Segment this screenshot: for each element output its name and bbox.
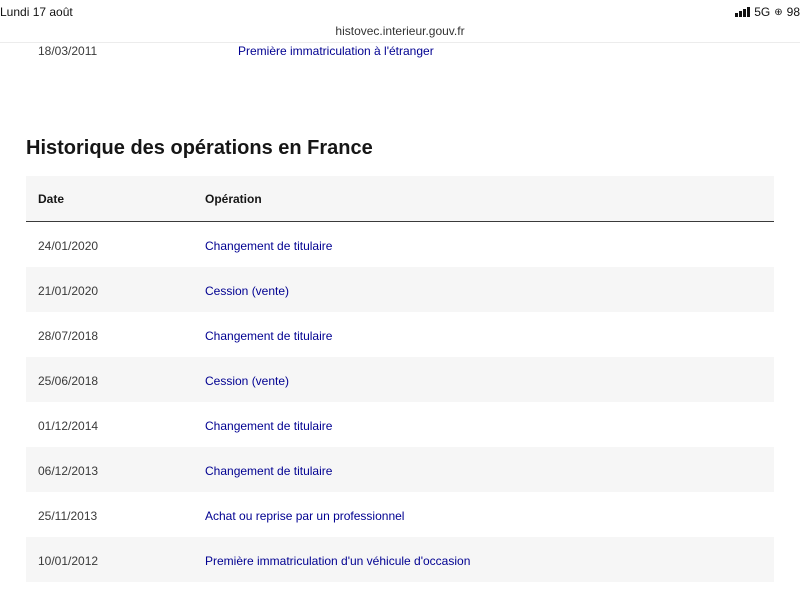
row-operation: Cession (vente) (205, 284, 290, 298)
row-operation: Première immatriculation d'un véhicule d… (205, 554, 471, 568)
table-row: 25/06/2018 Cession (vente) (26, 357, 774, 402)
address-bar[interactable]: histovec.interieur.gouv.fr (0, 22, 800, 43)
table-row: 21/01/2020 Cession (vente) (26, 267, 774, 312)
row-operation: Changement de titulaire (205, 419, 333, 433)
battery-level: 98 (786, 5, 800, 19)
row-date: 28/07/2018 (38, 329, 99, 343)
row-date: 21/01/2020 (38, 284, 99, 298)
row-date: 10/01/2012 (38, 554, 99, 568)
table-row: 01/12/2014 Changement de titulaire (26, 402, 774, 447)
table-header: Date Opération (26, 176, 774, 222)
row-date: 25/06/2018 (38, 374, 99, 388)
table-row: 18/03/2011 Première immatriculation à l'… (26, 42, 774, 60)
row-operation: Changement de titulaire (205, 239, 333, 253)
row-date: 24/01/2020 (38, 239, 99, 253)
row-operation: Cession (vente) (205, 374, 290, 388)
status-time: Lundi 17 août (0, 5, 73, 19)
header-operation: Opération (205, 192, 262, 206)
table-row: 25/11/2013 Achat ou reprise par un profe… (26, 492, 774, 537)
orientation-lock-icon: ⊕ (774, 6, 783, 18)
row-operation: Première immatriculation à l'étranger (238, 44, 434, 58)
row-operation: Achat ou reprise par un professionnel (205, 509, 405, 523)
table-row: 10/01/2012 Première immatriculation d'un… (26, 537, 774, 582)
row-date: 06/12/2013 (38, 464, 99, 478)
row-date: 25/11/2013 (38, 509, 98, 523)
status-bar: Lundi 17 août 5G ⊕ 98 (0, 0, 800, 22)
row-date: 18/03/2011 (38, 44, 98, 58)
operations-table: Date Opération 24/01/2020 Changement de … (26, 176, 774, 582)
table-row: 06/12/2013 Changement de titulaire (26, 447, 774, 492)
network-label: 5G (754, 5, 771, 19)
table-row: 24/01/2020 Changement de titulaire (26, 222, 774, 267)
url-text: histovec.interieur.gouv.fr (335, 24, 465, 38)
signal-icon (735, 7, 751, 17)
header-date: Date (38, 192, 65, 206)
row-operation: Changement de titulaire (205, 464, 333, 478)
row-operation: Changement de titulaire (205, 329, 333, 343)
status-indicators: 5G ⊕ 98 (735, 5, 800, 19)
section-title: Historique des opérations en France (26, 137, 373, 159)
row-date: 01/12/2014 (38, 419, 99, 433)
table-row: 28/07/2018 Changement de titulaire (26, 312, 774, 357)
